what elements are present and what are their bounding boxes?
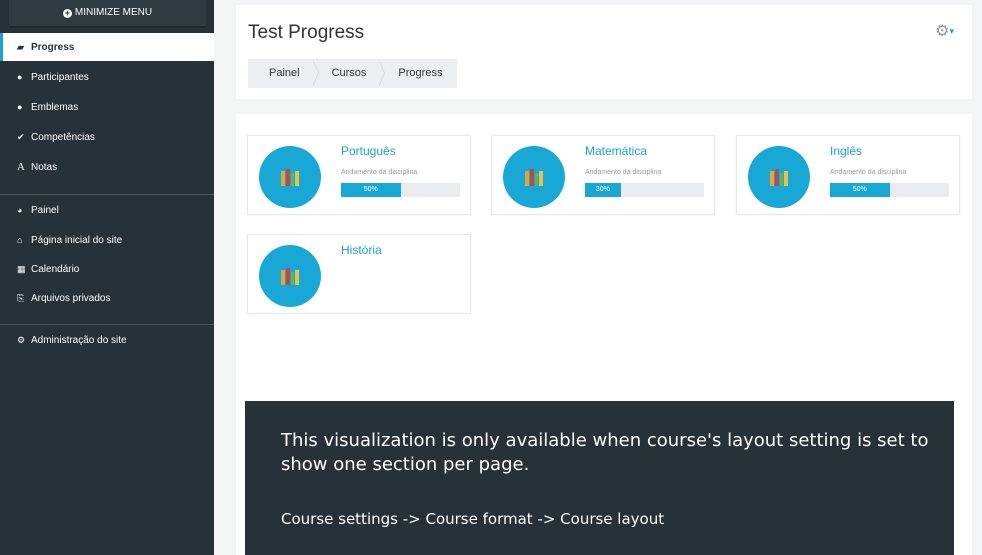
- sidebar-item-arquivos-privados[interactable]: ⎘ Arquivos privados: [0, 284, 214, 312]
- files-icon: ⎘: [17, 293, 25, 303]
- sidebar-item-calendario[interactable]: ▦ Calendário: [0, 255, 214, 283]
- course-card-matematica[interactable]: Matemática Andamento da disciplina 30%: [491, 135, 715, 215]
- books-icon: [770, 169, 788, 186]
- sidebar-item-label: Progress: [31, 42, 75, 53]
- plus-circle-icon: +: [62, 8, 72, 18]
- progress-label: Andamento da disciplina: [830, 169, 907, 176]
- sidebar-item-label: Administração do site: [31, 335, 127, 346]
- sidebar-item-label: Página inicial do site: [31, 235, 123, 246]
- course-name-link[interactable]: Inglês: [830, 144, 862, 158]
- gear-menu-button[interactable]: ⚙▾: [935, 21, 954, 41]
- badge-icon: ●: [17, 102, 23, 112]
- page-title: Test Progress: [248, 22, 365, 43]
- sidebar-item-label: Painel: [31, 205, 59, 216]
- progress-fill: 50%: [341, 183, 401, 197]
- sidebar-item-emblemas[interactable]: ● Emblemas: [0, 93, 214, 121]
- course-card-portugues[interactable]: Português Andamento da disciplina 50%: [247, 135, 471, 215]
- sidebar-item-label: Notas: [31, 162, 58, 173]
- progress-label: Andamento da disciplina: [585, 169, 662, 176]
- course-name-link[interactable]: Português: [341, 144, 396, 158]
- course-avatar: [259, 146, 321, 208]
- breadcrumb-item-progress[interactable]: Progress: [381, 59, 457, 88]
- breadcrumb-label: Painel: [269, 67, 300, 79]
- minimize-menu-label: MINIMIZE MENU: [74, 7, 153, 18]
- cogs-icon: ⚙: [17, 335, 26, 345]
- breadcrumb-label: Progress: [398, 67, 443, 79]
- progress-bar: 30%: [585, 183, 704, 197]
- course-avatar: [259, 245, 321, 307]
- sidebar-item-label: Calendário: [31, 264, 80, 275]
- course-name-link[interactable]: Matemática: [585, 144, 647, 158]
- breadcrumb-item-painel[interactable]: Painel: [248, 58, 319, 88]
- progress-bar: 50%: [341, 183, 460, 197]
- sidebar-item-pagina-inicial[interactable]: ⌂ Página inicial do site: [0, 226, 214, 254]
- users-icon: ●: [17, 72, 23, 82]
- sidebar-divider: [0, 194, 214, 195]
- course-avatar: [748, 146, 810, 208]
- page-header: Test Progress ⚙▾ Painel Cursos Progress: [236, 5, 972, 99]
- sidebar: + MINIMIZE MENU ▰ Progress ● Participantes …: [0, 0, 214, 555]
- progress-fill: 30%: [585, 183, 621, 197]
- sidebar-item-label: Competências: [31, 132, 95, 143]
- course-avatar: [503, 146, 565, 208]
- sidebar-item-participantes[interactable]: ● Participantes: [0, 63, 214, 91]
- breadcrumb-label: Cursos: [331, 67, 367, 79]
- dashboard-icon: ◕: [17, 205, 23, 215]
- books-icon: [281, 268, 299, 285]
- sidebar-item-painel[interactable]: ◕ Painel: [0, 196, 214, 224]
- sidebar-item-label: Arquivos privados: [31, 293, 111, 304]
- course-name-link[interactable]: História: [341, 243, 382, 257]
- sidebar-item-competencias[interactable]: ✔ Competências: [0, 123, 214, 151]
- progress-fill: 50%: [830, 183, 890, 197]
- books-icon: [525, 169, 543, 186]
- sidebar-divider: [0, 324, 214, 325]
- check-circle-icon: ✔: [17, 132, 25, 142]
- caret-down-icon: ▾: [949, 26, 954, 36]
- books-icon: [281, 169, 299, 186]
- notice-message: This visualization is only available whe…: [281, 430, 929, 475]
- sidebar-item-label: Emblemas: [31, 102, 79, 113]
- minimize-menu-button[interactable]: + MINIMIZE MENU: [9, 0, 206, 28]
- notice-settings-path: Course settings -> Course format -> Cour…: [281, 510, 665, 528]
- sidebar-item-notas[interactable]: A Notas: [0, 153, 214, 181]
- home-icon: ⌂: [17, 235, 23, 245]
- graduation-cap-icon: ▰: [17, 42, 24, 52]
- layout-notice: This visualization is only available whe…: [245, 401, 954, 555]
- breadcrumb-item-cursos[interactable]: Cursos: [315, 58, 386, 88]
- sidebar-item-progress[interactable]: ▰ Progress: [0, 33, 214, 61]
- breadcrumb: Painel Cursos Progress: [248, 58, 458, 88]
- sidebar-item-label: Participantes: [31, 72, 89, 83]
- progress-label: Andamento da disciplina: [341, 169, 418, 176]
- calendar-icon: ▦: [17, 264, 26, 274]
- grades-icon: A: [17, 161, 25, 173]
- course-card-ingles[interactable]: Inglês Andamento da disciplina 50%: [736, 135, 960, 215]
- gear-icon: ⚙: [935, 23, 950, 40]
- progress-bar: 50%: [830, 183, 949, 197]
- sidebar-item-administracao[interactable]: ⚙ Administração do site: [0, 326, 214, 354]
- course-card-historia[interactable]: História: [247, 234, 471, 314]
